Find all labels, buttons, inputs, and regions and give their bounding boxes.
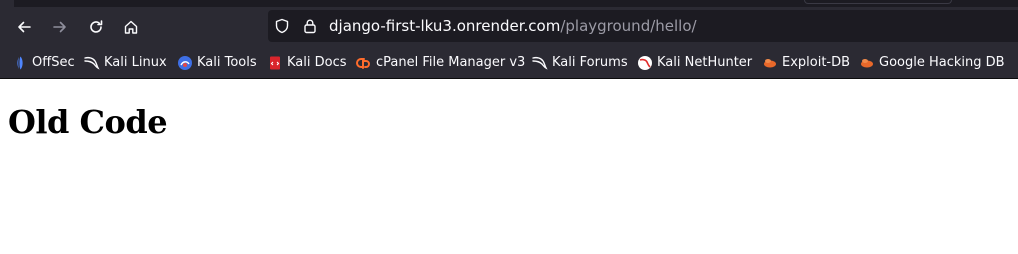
page-heading: Old Code xyxy=(8,103,168,141)
bookmark-label: Kali Forums xyxy=(552,55,628,70)
navigation-toolbar: django-first-lku3.onrender.com/playgroun… xyxy=(0,7,1018,46)
kali-dragon-icon xyxy=(532,55,548,71)
bookmark-label: cPanel File Manager v3 xyxy=(376,55,526,70)
bookmarks-toolbar: OffSec Kali Linux Kali Tools Kali Docs c… xyxy=(0,46,1018,79)
forward-arrow-icon xyxy=(53,21,66,33)
bookmark-kali-nethunter[interactable]: Kali NetHunter xyxy=(637,54,752,72)
forward-button[interactable] xyxy=(48,15,72,39)
page-content: Old Code xyxy=(0,79,1018,254)
bookmark-kali-forums[interactable]: Kali Forums xyxy=(532,54,628,72)
bookmark-label: Google Hacking DB xyxy=(879,55,1005,70)
home-button[interactable] xyxy=(119,15,143,39)
bookmark-google-hacking-db[interactable]: Google Hacking DB xyxy=(859,54,1005,72)
bookmark-exploit-db[interactable]: Exploit-DB xyxy=(762,54,850,72)
address-bar[interactable]: django-first-lku3.onrender.com/playgroun… xyxy=(268,10,1018,42)
tracking-shield-icon[interactable] xyxy=(274,18,290,34)
home-icon xyxy=(124,20,138,34)
bookmark-cpanel[interactable]: cPanel File Manager v3 xyxy=(356,54,525,72)
kali-dragon-icon xyxy=(84,55,100,71)
tab-strip xyxy=(0,0,1018,7)
bookmark-label: Kali Linux xyxy=(104,55,167,70)
exploit-db-icon xyxy=(762,55,778,71)
bookmark-label: Kali Tools xyxy=(197,55,257,70)
reload-icon xyxy=(90,20,103,33)
reload-button[interactable] xyxy=(84,15,108,39)
bookmark-kali-docs[interactable]: Kali Docs xyxy=(267,54,347,72)
offsec-icon xyxy=(12,55,28,71)
cpanel-icon xyxy=(356,55,372,71)
tab-edge xyxy=(0,0,14,7)
url-domain: django-first-lku3.onrender.com xyxy=(329,17,561,35)
kali-docs-icon xyxy=(267,55,283,71)
lock-icon[interactable] xyxy=(302,18,318,34)
back-button[interactable] xyxy=(12,15,36,39)
url-text[interactable]: django-first-lku3.onrender.com/playgroun… xyxy=(329,17,697,35)
nethunter-icon xyxy=(637,55,653,71)
bookmark-kali-linux[interactable]: Kali Linux xyxy=(84,54,167,72)
bookmark-kali-tools[interactable]: Kali Tools xyxy=(177,54,257,72)
tab-outline[interactable] xyxy=(804,0,952,4)
bookmark-label: Kali Docs xyxy=(287,55,347,70)
bookmark-offsec[interactable]: OffSec xyxy=(12,54,75,72)
url-path: /playground/hello/ xyxy=(560,17,697,35)
bookmark-label: OffSec xyxy=(32,55,75,70)
exploit-db-icon xyxy=(859,55,875,71)
kali-tools-icon xyxy=(177,55,193,71)
bookmark-label: Kali NetHunter xyxy=(657,55,753,70)
bookmark-label: Exploit-DB xyxy=(782,55,851,70)
back-arrow-icon xyxy=(18,21,31,33)
